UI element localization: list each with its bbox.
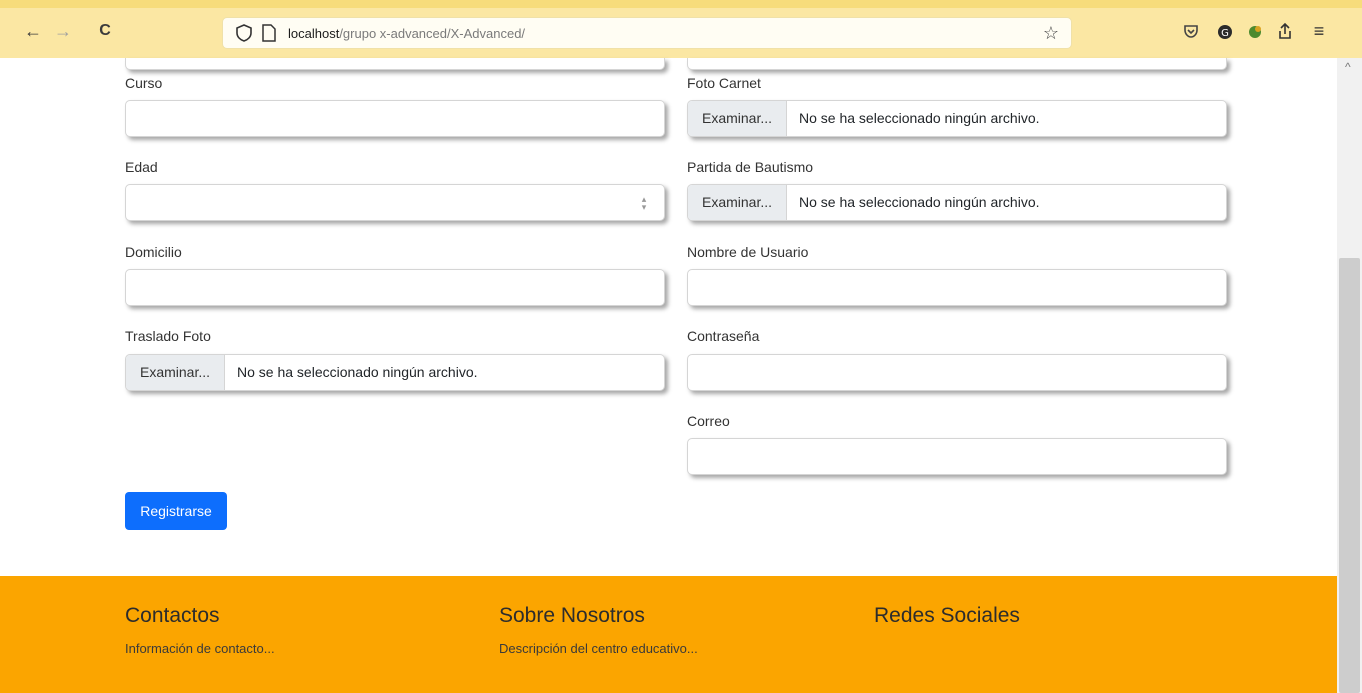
traslado-foto-label: Traslado Foto [125, 328, 211, 344]
partida-file-status: No se ha seleccionado ningún archivo. [799, 194, 1040, 210]
toolbar-top-line [0, 0, 1362, 8]
curso-label: Curso [125, 75, 163, 91]
contrasena-input[interactable] [687, 354, 1227, 391]
svg-text:G: G [1221, 28, 1229, 39]
nombre-usuario-label: Nombre de Usuario [687, 244, 809, 260]
traslado-file-status: No se ha seleccionado ningún archivo. [237, 364, 478, 380]
address-bar[interactable]: localhost/grupo x-advanced/X-Advanced/ ☆ [222, 17, 1072, 49]
contrasena-label: Contraseña [687, 328, 760, 344]
footer-nosotros-text: Descripción del centro educativo... [499, 641, 698, 656]
url-host: localhost [288, 26, 340, 41]
traslado-foto-file-input[interactable]: Examinar... No se ha seleccionado ningún… [125, 354, 665, 391]
previous-field-left[interactable] [125, 58, 665, 70]
curso-input[interactable] [125, 100, 665, 137]
footer-redes-title: Redes Sociales [874, 604, 1020, 627]
footer-contactos-text: Información de contacto... [125, 641, 275, 656]
shield-icon[interactable] [235, 24, 253, 42]
url-path: /grupo x-advanced/X-Advanced/ [339, 26, 526, 41]
scroll-up-icon[interactable]: ^ [1345, 60, 1351, 74]
extension-leaf-icon[interactable] [1246, 22, 1264, 40]
page-icon [262, 24, 276, 42]
extension-g-icon[interactable]: G [1216, 22, 1234, 40]
edad-input[interactable]: ▴ ▾ [125, 184, 665, 221]
partida-browse-button[interactable]: Examinar... [688, 185, 787, 220]
form-area: Curso Edad ▴ ▾ Domicilio Traslado Foto Ex… [0, 58, 1337, 576]
foto-carnet-label: Foto Carnet [687, 75, 761, 91]
footer: Contactos Información de contacto... Sob… [0, 576, 1337, 693]
partida-bautismo-label: Partida de Bautismo [687, 159, 814, 175]
pocket-icon[interactable] [1182, 22, 1200, 40]
correo-label: Correo [687, 413, 730, 429]
scroll-thumb[interactable] [1339, 258, 1360, 693]
domicilio-label: Domicilio [125, 244, 182, 260]
previous-field-right[interactable] [687, 58, 1227, 70]
url-text[interactable]: localhost/grupo x-advanced/X-Advanced/ [288, 26, 525, 41]
forward-arrow-icon[interactable]: → [52, 20, 74, 42]
foto-carnet-browse-button[interactable]: Examinar... [688, 101, 787, 136]
back-arrow-icon[interactable]: ← [22, 20, 44, 42]
bookmark-star-icon[interactable]: ☆ [1043, 23, 1059, 44]
domicilio-input[interactable] [125, 269, 665, 306]
partida-bautismo-file-input[interactable]: Examinar... No se ha seleccionado ningún… [687, 184, 1227, 221]
share-icon[interactable] [1276, 22, 1294, 40]
foto-carnet-file-input[interactable]: Examinar... No se ha seleccionado ningún… [687, 100, 1227, 137]
number-spinner-icon[interactable]: ▴ ▾ [638, 195, 650, 212]
edad-label: Edad [125, 159, 158, 175]
correo-input[interactable] [687, 438, 1227, 475]
menu-icon[interactable]: ≡ [1310, 22, 1328, 40]
foto-carnet-file-status: No se ha seleccionado ningún archivo. [799, 110, 1040, 126]
traslado-browse-button[interactable]: Examinar... [126, 355, 225, 390]
nombre-usuario-input[interactable] [687, 269, 1227, 306]
reload-icon[interactable]: C [94, 20, 116, 42]
registrarse-button[interactable]: Registrarse [125, 492, 227, 530]
footer-contactos-title: Contactos [125, 604, 220, 627]
browser-toolbar: ← → C localhost/grupo x-advanced/X-Advan… [0, 0, 1362, 58]
footer-nosotros-title: Sobre Nosotros [499, 604, 645, 627]
page-scrollbar[interactable]: ^ [1337, 58, 1362, 693]
